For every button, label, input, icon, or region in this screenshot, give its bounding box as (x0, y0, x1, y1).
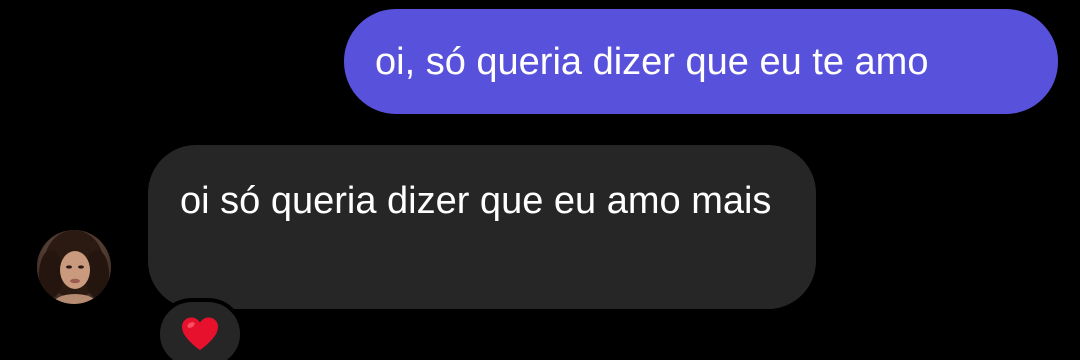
red-heart-icon (182, 317, 218, 350)
contact-avatar[interactable] (37, 230, 111, 304)
sent-message-text: oi, só queria dizer que eu te amo (375, 40, 929, 83)
chat-thread: oi, só queria dizer que eu te amo oi só … (0, 0, 1080, 360)
message-reaction[interactable] (156, 298, 244, 360)
sent-message-bubble[interactable]: oi, só queria dizer que eu te amo (344, 9, 1058, 114)
received-message-bubble[interactable]: oi só queria dizer que eu amo mais (148, 145, 816, 309)
avatar-photo (37, 230, 111, 304)
received-message-text: oi só queria dizer que eu amo mais (180, 180, 772, 222)
